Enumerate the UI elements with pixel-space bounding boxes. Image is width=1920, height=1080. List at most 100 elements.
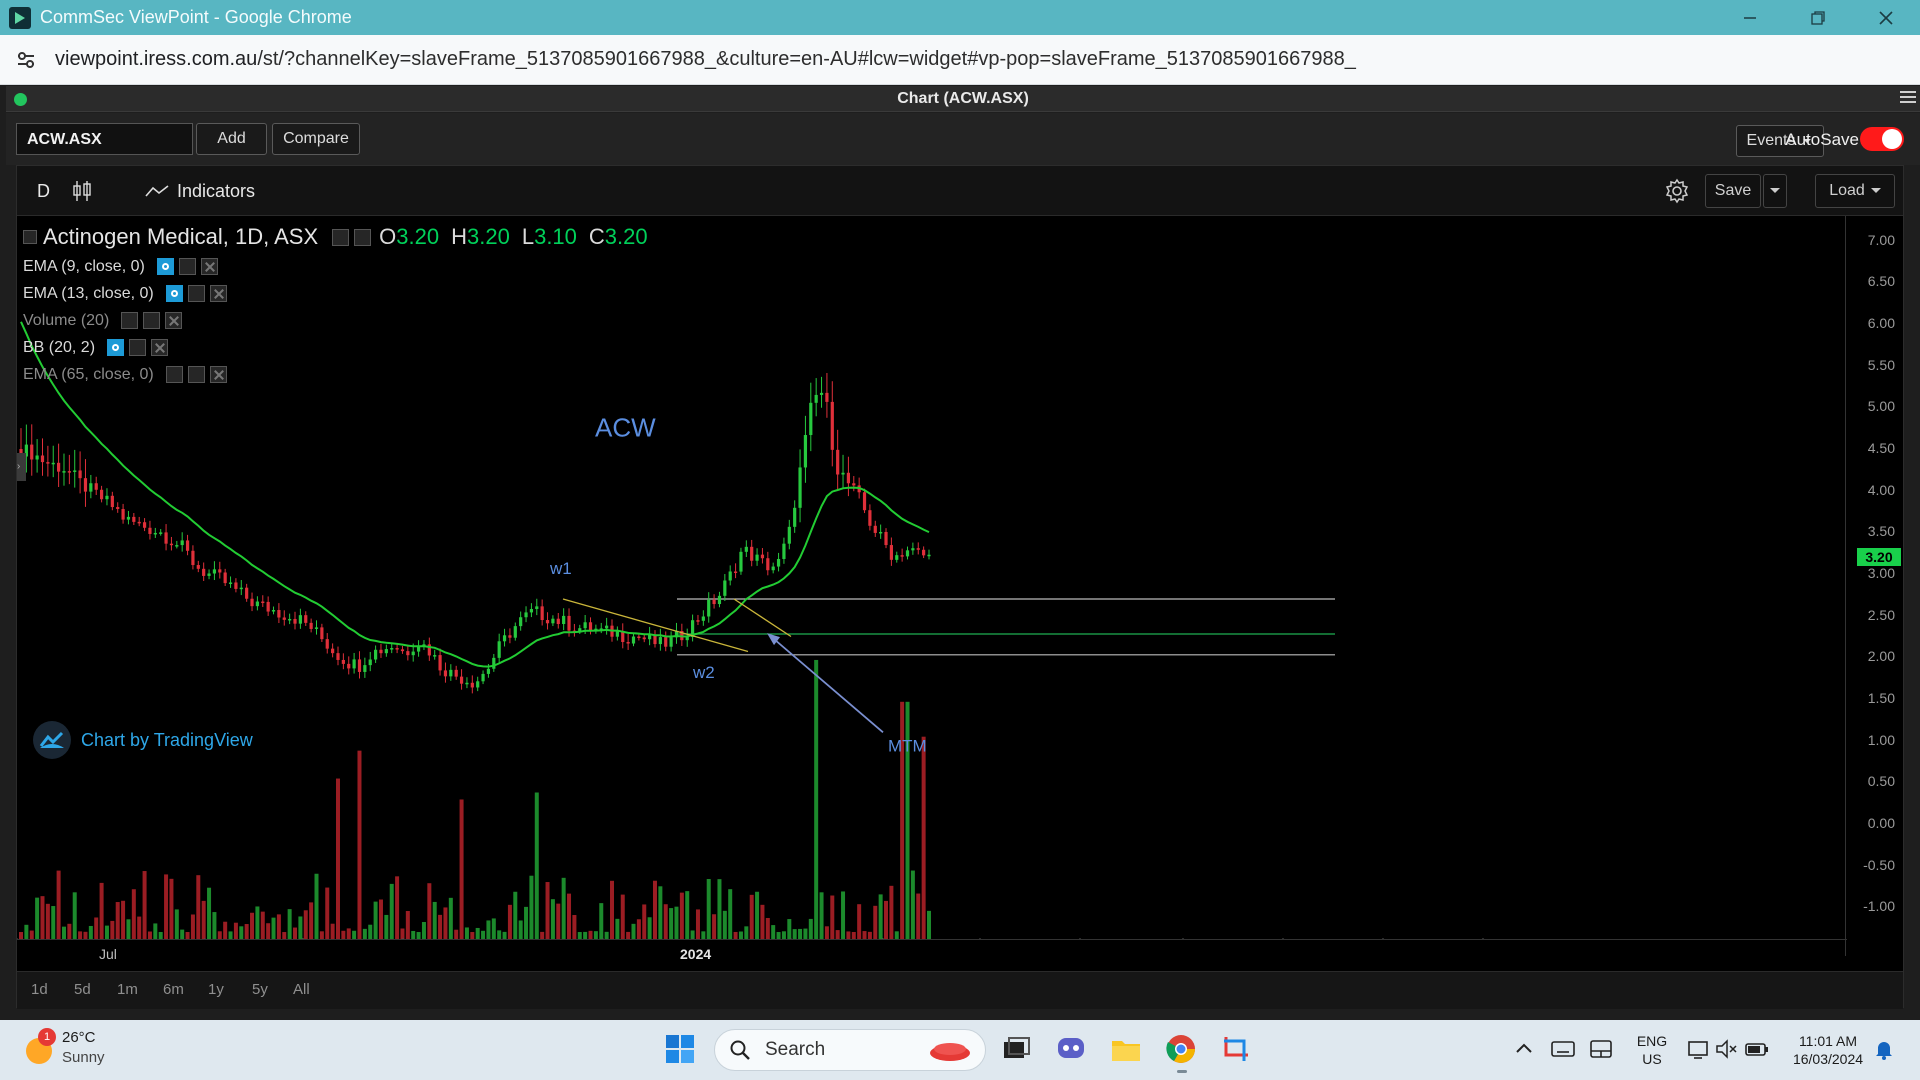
candle-body bbox=[212, 569, 217, 574]
symbol-input[interactable]: ACW.ASX bbox=[16, 123, 193, 155]
close-window-button[interactable] bbox=[1852, 0, 1920, 35]
range-1m-button[interactable]: 1m bbox=[117, 981, 138, 998]
address-bar[interactable]: viewpoint.iress.com.au/st/?channelKey=sl… bbox=[0, 35, 1920, 85]
show-hidden-icons-button[interactable] bbox=[1512, 1037, 1546, 1071]
task-view-button[interactable] bbox=[1000, 1033, 1034, 1067]
volume-bar bbox=[873, 905, 878, 939]
restore-button[interactable] bbox=[1784, 0, 1852, 35]
gear-icon[interactable] bbox=[187, 285, 205, 302]
open-value: 3.20 bbox=[396, 224, 440, 249]
taskbar-search[interactable]: Search bbox=[714, 1029, 986, 1071]
candle-body bbox=[309, 622, 313, 629]
range-6m-button[interactable]: 6m bbox=[163, 981, 184, 998]
eye-icon[interactable] bbox=[156, 258, 174, 275]
chrome-button[interactable] bbox=[1165, 1033, 1199, 1073]
gear-icon[interactable] bbox=[178, 258, 196, 275]
volume-bar bbox=[685, 891, 690, 939]
hamburger-menu-icon[interactable] bbox=[1900, 91, 1916, 105]
notifications-button[interactable] bbox=[1872, 1037, 1906, 1071]
file-explorer-button[interactable] bbox=[1110, 1033, 1144, 1067]
volume-bar bbox=[99, 882, 104, 939]
gear-icon[interactable] bbox=[143, 312, 161, 329]
range-1y-button[interactable]: 1y bbox=[208, 981, 224, 998]
volume-bar bbox=[798, 928, 803, 939]
y-tick-label: -0.50 bbox=[1863, 856, 1895, 873]
remove-icon[interactable] bbox=[200, 258, 218, 275]
add-button[interactable]: Add bbox=[196, 123, 267, 155]
y-tick-label: 4.00 bbox=[1867, 481, 1895, 498]
range-5d-button[interactable]: 5d bbox=[74, 981, 91, 998]
volume-bar bbox=[373, 901, 378, 939]
indicator-volume[interactable]: Volume (20) bbox=[23, 310, 648, 331]
candle-body bbox=[234, 582, 238, 589]
range-1d-button[interactable]: 1d bbox=[31, 981, 48, 998]
collapse-legend-icon[interactable] bbox=[23, 230, 37, 244]
eye-icon[interactable] bbox=[332, 228, 350, 246]
interval-button[interactable]: D bbox=[37, 166, 50, 216]
volume-bar bbox=[137, 916, 142, 939]
price-axis[interactable]: 7.00 6.50 6.00 5.50 5.00 4.50 4.00 3.50 3.00 2.50… bbox=[1845, 216, 1903, 956]
keyboard-button[interactable] bbox=[1550, 1037, 1584, 1071]
volume-bar bbox=[405, 911, 410, 939]
volume-bar bbox=[663, 904, 668, 939]
weather-widget[interactable]: 1 26°C Sunny bbox=[26, 1028, 105, 1068]
snipping-tool-button[interactable] bbox=[1220, 1033, 1254, 1067]
snip-icon bbox=[1224, 1037, 1248, 1061]
remove-icon[interactable] bbox=[165, 312, 183, 329]
range-all-button[interactable]: All bbox=[293, 981, 310, 998]
weather-badge: 1 bbox=[38, 1028, 56, 1046]
site-settings-button[interactable] bbox=[10, 44, 42, 76]
volume-bar bbox=[561, 877, 566, 939]
trendline-w2 bbox=[733, 598, 792, 638]
indicator-ema13[interactable]: EMA (13, close, 0) bbox=[23, 283, 648, 304]
remove-icon[interactable] bbox=[209, 285, 227, 302]
legend-main-row: Actinogen Medical, 1D, ASX O 3.20 H 3.20 L… bbox=[23, 224, 648, 250]
candle-body bbox=[497, 641, 501, 658]
clock[interactable]: 11:01 AM 16/03/2024 bbox=[1782, 1032, 1874, 1068]
compare-button[interactable]: Compare bbox=[272, 123, 360, 155]
range-5y-button[interactable]: 5y bbox=[252, 981, 268, 998]
volume-bar bbox=[583, 931, 588, 939]
start-button[interactable] bbox=[664, 1033, 698, 1067]
volume-button[interactable] bbox=[1714, 1037, 1748, 1071]
touchpad-button[interactable] bbox=[1588, 1037, 1622, 1071]
gear-icon[interactable] bbox=[187, 366, 205, 383]
save-options-button[interactable] bbox=[1763, 174, 1787, 208]
volume-bar bbox=[894, 931, 899, 939]
tradingview-watermark[interactable]: Chart by TradingView bbox=[33, 721, 253, 759]
eye-icon[interactable] bbox=[165, 285, 183, 302]
language-indicator[interactable]: ENG US bbox=[1634, 1032, 1670, 1068]
indicator-bb[interactable]: BB (20, 2) bbox=[23, 337, 648, 358]
volume-bar bbox=[824, 926, 829, 939]
teams-button[interactable] bbox=[1055, 1033, 1089, 1067]
indicator-ema65[interactable]: EMA (65, close, 0) bbox=[23, 364, 648, 385]
volume-bar bbox=[835, 930, 840, 939]
battery-button[interactable] bbox=[1744, 1037, 1778, 1071]
minimize-button[interactable] bbox=[1716, 0, 1784, 35]
remove-icon[interactable] bbox=[209, 366, 227, 383]
candle-body bbox=[658, 637, 662, 645]
load-layout-button[interactable]: Load bbox=[1815, 174, 1895, 208]
volume-bar bbox=[147, 931, 152, 939]
autosave-toggle[interactable] bbox=[1860, 127, 1904, 151]
eye-icon[interactable] bbox=[107, 339, 125, 356]
gear-icon[interactable] bbox=[354, 228, 372, 246]
collapse-panel-tab[interactable]: › bbox=[17, 453, 26, 481]
candle-body bbox=[895, 555, 899, 560]
chart-style-button[interactable] bbox=[71, 166, 93, 216]
eye-icon[interactable] bbox=[165, 366, 183, 383]
volume-bar bbox=[733, 931, 738, 939]
remove-icon[interactable] bbox=[151, 339, 169, 356]
time-axis[interactable]: Jul 2024 bbox=[17, 939, 1847, 967]
volume-bar bbox=[481, 930, 486, 939]
chart-settings-button[interactable] bbox=[1663, 166, 1691, 216]
url-text[interactable]: viewpoint.iress.com.au/st/?channelKey=sl… bbox=[55, 48, 1356, 71]
save-layout-button[interactable]: Save bbox=[1705, 174, 1761, 208]
candle-body bbox=[250, 598, 254, 607]
indicator-ema9[interactable]: EMA (9, close, 0) bbox=[23, 256, 648, 277]
indicators-button[interactable]: Indicators bbox=[145, 166, 255, 216]
candle-body bbox=[750, 546, 754, 561]
gear-icon[interactable] bbox=[129, 339, 147, 356]
eye-icon[interactable] bbox=[121, 312, 139, 329]
candle-body bbox=[905, 550, 910, 557]
